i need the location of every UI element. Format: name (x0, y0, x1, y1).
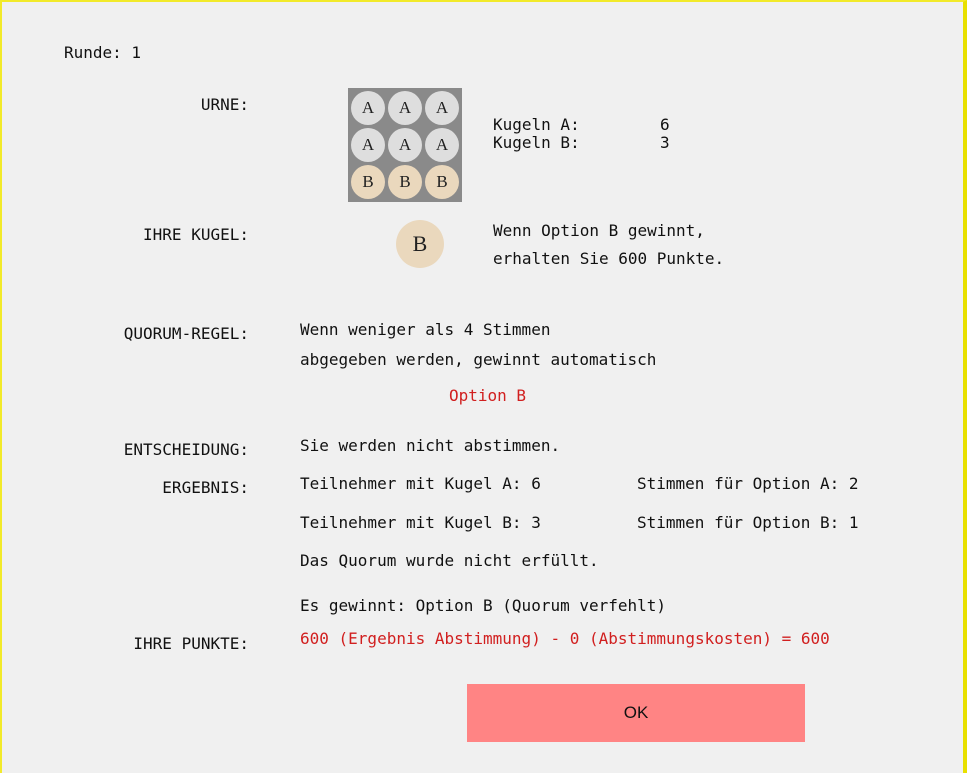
votes-b: Stimmen für Option B: 1 (637, 513, 859, 532)
your-ball: B (396, 220, 444, 268)
ok-button[interactable]: OK (467, 684, 805, 742)
count-b-label: Kugeln B: (493, 133, 580, 152)
quorum-rule-line2: abgegeben werden, gewinnt automatisch (300, 350, 657, 369)
votes-a: Stimmen für Option A: 2 (637, 474, 859, 493)
decision-label: ENTSCHEIDUNG: (123, 440, 249, 459)
your-ball-label: IHRE KUGEL: (143, 225, 249, 244)
participants-b: Teilnehmer mit Kugel B: 3 (300, 513, 541, 532)
count-a-value: 6 (660, 115, 670, 134)
participants-a: Teilnehmer mit Kugel A: 6 (300, 474, 541, 493)
points-label: IHRE PUNKTE: (133, 634, 249, 653)
winner-text: Es gewinnt: Option B (Quorum verfehlt) (300, 596, 667, 615)
quorum-status: Das Quorum wurde nicht erfüllt. (300, 551, 599, 570)
round-label: Runde: 1 (64, 43, 142, 62)
urn-ball-a: A (425, 128, 459, 162)
urn-ball-b: B (388, 165, 422, 199)
urn-ball-b: B (425, 165, 459, 199)
urn-grid: A A A A A A B B B (348, 88, 462, 202)
urn-ball-b: B (351, 165, 385, 199)
your-ball-text-1: Wenn Option B gewinnt, (493, 221, 705, 240)
urn-ball-a: A (351, 128, 385, 162)
points-calculation: 600 (Ergebnis Abstimmung) - 0 (Abstimmun… (300, 629, 830, 648)
quorum-rule-line1: Wenn weniger als 4 Stimmen (300, 320, 551, 339)
result-label: ERGEBNIS: (162, 478, 249, 497)
your-ball-text-2: erhalten Sie 600 Punkte. (493, 249, 725, 268)
urn-ball-a: A (351, 91, 385, 125)
urn-ball-a: A (425, 91, 459, 125)
count-a-label: Kugeln A: (493, 115, 580, 134)
urn-label: URNE: (200, 95, 249, 114)
urn-ball-a: A (388, 128, 422, 162)
count-b-value: 3 (660, 133, 670, 152)
quorum-default-option: Option B (449, 386, 527, 405)
urn-ball-a: A (388, 91, 422, 125)
decision-text: Sie werden nicht abstimmen. (300, 436, 561, 455)
quorum-rule-label: QUORUM-REGEL: (123, 324, 249, 343)
